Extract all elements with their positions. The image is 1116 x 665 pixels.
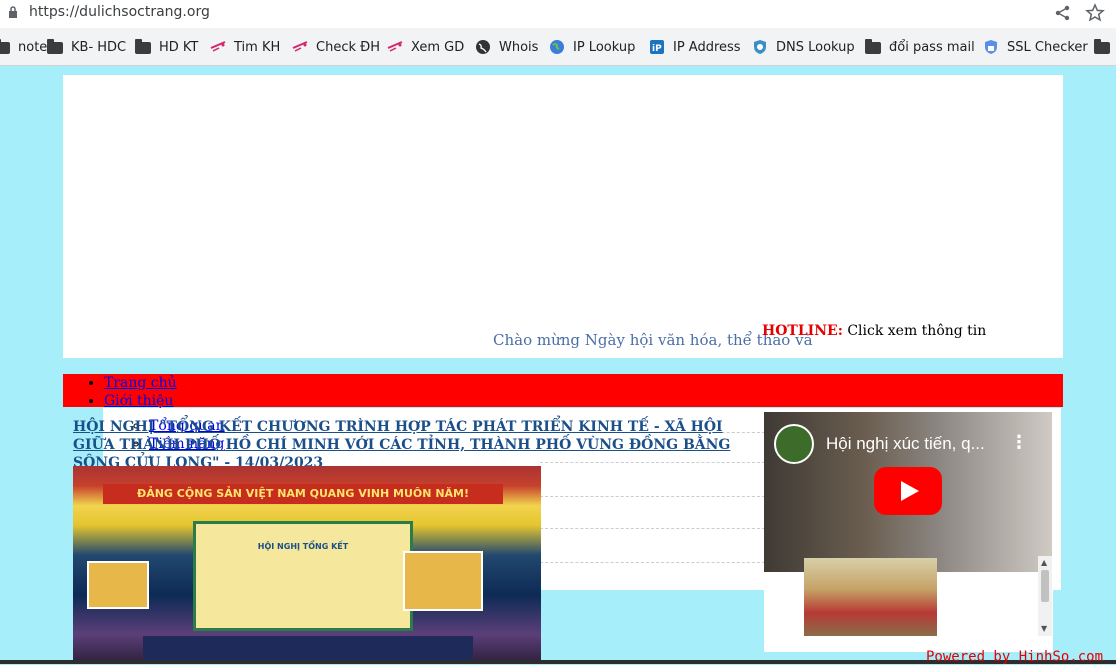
- bookmark-logo-icon: [210, 39, 226, 55]
- photo-banner-text: ĐẢNG CỘNG SẢN VIỆT NAM QUANG VINH MUÔN N…: [103, 484, 503, 504]
- hotline-text: Click xem thông tin: [842, 323, 987, 339]
- bookmark-label: IP Address: [673, 39, 741, 55]
- article-photo[interactable]: ĐẢNG CỘNG SẢN VIỆT NAM QUANG VINH MUÔN N…: [73, 466, 541, 664]
- bookmark-logo-icon: [387, 39, 403, 55]
- bookmark-item[interactable]: notes: [0, 33, 54, 61]
- bookmark-label: đổi pass mail: [889, 39, 975, 55]
- article-headline-link[interactable]: HỘI NGHỊ "TỔNG KẾT CHƯƠNG TRÌNH HỢP TÁC …: [73, 419, 730, 471]
- scroll-down-icon[interactable]: ▼: [1041, 624, 1047, 633]
- main-menu: Trang chủ Giới thiệu: [104, 374, 177, 410]
- share-icon[interactable]: [1054, 4, 1072, 22]
- photo-side-screen-right: [403, 551, 483, 611]
- bookmark-label: Whois: [499, 39, 539, 55]
- menu-item-about[interactable]: Giới thiệu: [104, 392, 177, 410]
- folder-icon: [1094, 38, 1110, 54]
- globe-icon: [475, 39, 491, 55]
- bookmark-star-icon[interactable]: [1085, 3, 1105, 23]
- folder-icon: [47, 38, 63, 54]
- nav-bar: [63, 374, 1063, 407]
- menu-link-about[interactable]: Giới thiệu: [104, 393, 173, 409]
- bookmark-label: IP Lookup: [573, 39, 636, 55]
- photo-stage-screen: HỘI NGHỊ TỔNG KẾT: [193, 521, 413, 631]
- folder-icon: [0, 38, 10, 54]
- powered-by-text[interactable]: Powered by HinhSo.com: [926, 649, 1103, 665]
- bookmark-item[interactable]: Tim KH: [210, 33, 280, 61]
- bookmark-label: Tim KH: [234, 39, 281, 55]
- more-bookmarks-icon[interactable]: [1094, 33, 1116, 61]
- scrollbar-thumb[interactable]: [1041, 570, 1049, 602]
- bookmark-label: SSL Checker: [1007, 39, 1088, 55]
- bookmark-item[interactable]: Whois: [475, 33, 538, 61]
- bookmark-item[interactable]: Check ĐH: [292, 33, 380, 61]
- bookmarks-bar: notes KB- HDC HD KT Tim KH Check ĐH Xem GD Who…: [0, 33, 1116, 61]
- sidebar-image[interactable]: [804, 558, 937, 636]
- address-bar[interactable]: https://dulichsoctrang.org: [0, 0, 1116, 28]
- url-text[interactable]: https://dulichsoctrang.org: [29, 4, 210, 20]
- bookmark-item[interactable]: HD KT: [135, 33, 198, 61]
- sidebar-scrollbar[interactable]: ▲ ▼: [1038, 556, 1052, 636]
- bookmark-label: KB- HDC: [71, 39, 127, 55]
- bookmark-item[interactable]: KB- HDC: [47, 33, 126, 61]
- hotline[interactable]: HOTLINE: Click xem thông tin: [762, 323, 986, 339]
- folder-icon: [865, 38, 881, 54]
- bookmark-item[interactable]: đổi pass mail: [865, 33, 975, 61]
- bookmark-item[interactable]: DNS Lookup: [752, 33, 855, 61]
- hotline-label: HOTLINE:: [762, 323, 843, 339]
- earth-icon: [549, 39, 565, 55]
- folder-icon: [135, 38, 151, 54]
- bookmark-label: DNS Lookup: [776, 39, 855, 55]
- bookmark-item[interactable]: iP IP Address: [649, 33, 741, 61]
- video-title[interactable]: Hội nghị xúc tiến, q...: [826, 434, 985, 454]
- bookmark-label: Check ĐH: [316, 39, 380, 55]
- channel-avatar[interactable]: [774, 424, 814, 464]
- bookmark-label: Xem GD: [411, 39, 465, 55]
- photo-stage-title: HỘI NGHỊ TỔNG KẾT: [257, 542, 349, 551]
- dns-shield-icon: [752, 39, 768, 55]
- youtube-video[interactable]: Hội nghị xúc tiến, q... ⋮: [764, 412, 1052, 572]
- header-banner: [63, 75, 1063, 358]
- bookmark-logo-icon: [292, 39, 308, 55]
- web-page: Chào mừng Ngày hội văn hóa, thể thao và …: [0, 66, 1116, 665]
- ssl-shield-icon: [983, 39, 999, 55]
- more-options-icon[interactable]: ⋮: [1010, 432, 1028, 453]
- photo-side-screen-left: [87, 561, 149, 609]
- bookmark-item[interactable]: SSL Checker: [983, 33, 1088, 61]
- bookmark-item[interactable]: IP Lookup: [549, 33, 635, 61]
- play-button-icon[interactable]: [874, 467, 942, 515]
- ip-icon: iP: [649, 39, 665, 55]
- lock-icon: [9, 6, 17, 18]
- svg-text:iP: iP: [652, 44, 662, 54]
- menu-link-home[interactable]: Trang chủ: [104, 375, 177, 391]
- bookmark-item[interactable]: Xem GD: [387, 33, 464, 61]
- scroll-up-icon[interactable]: ▲: [1041, 558, 1047, 567]
- menu-item-home[interactable]: Trang chủ: [104, 374, 177, 392]
- article-headline: HỘI NGHỊ "TỔNG KẾT CHƯƠNG TRÌNH HỢP TÁC …: [73, 418, 753, 472]
- bookmark-label: HD KT: [159, 39, 199, 55]
- browser-chrome: https://dulichsoctrang.org notes KB- HDC H…: [0, 0, 1116, 66]
